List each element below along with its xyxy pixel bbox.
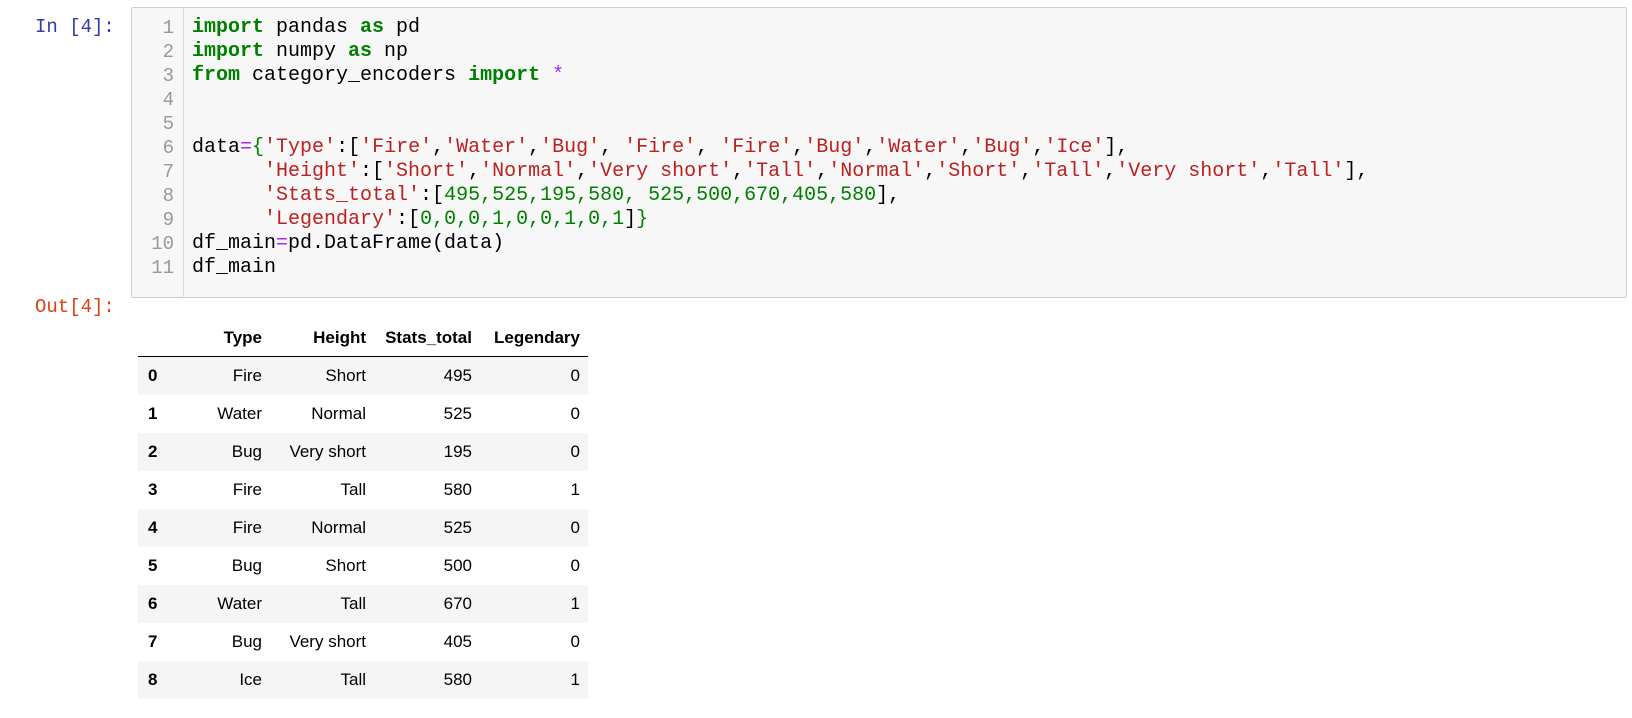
column-header-legendary: Legendary xyxy=(480,320,588,357)
row-index: 7 xyxy=(148,632,158,651)
code-line-8: 'Stats_total':[495,525,195,580, 525,500,… xyxy=(264,184,901,207)
cell-height: Tall xyxy=(340,594,366,613)
cell-type: Bug xyxy=(231,632,262,651)
row-index: 8 xyxy=(148,670,158,689)
cell-legendary: 0 xyxy=(570,632,580,651)
line-number: 5 xyxy=(162,113,174,135)
line-number: 9 xyxy=(162,209,174,231)
cell-type: Fire xyxy=(232,366,262,385)
cell-type: Bug xyxy=(231,556,262,575)
cell-height: Short xyxy=(325,556,366,575)
code-line-1: import pandas as pd xyxy=(192,16,421,39)
table-row: 4 Fire Normal 525 0 xyxy=(138,509,588,547)
line-number-gutter: 1 2 3 4 5 6 7 8 9 10 11 xyxy=(132,8,184,297)
row-index: 3 xyxy=(148,480,158,499)
line-number: 7 xyxy=(162,161,174,183)
line-number: 1 xyxy=(162,17,174,39)
cell-legendary: 1 xyxy=(570,480,580,499)
cell-height: Very short xyxy=(289,632,366,651)
cell-type: Bug xyxy=(231,442,262,461)
cell-legendary: 0 xyxy=(570,366,580,385)
cell-stats-total: 500 xyxy=(443,556,472,575)
cell-height: Short xyxy=(325,366,366,385)
row-index: 2 xyxy=(148,442,158,461)
cell-stats-total: 495 xyxy=(443,366,472,385)
cell-type: Water xyxy=(217,594,262,613)
row-index: 5 xyxy=(148,556,158,575)
cell-legendary: 0 xyxy=(570,442,580,461)
row-index: 0 xyxy=(148,366,158,385)
code-cell[interactable]: 1 2 3 4 5 6 7 8 9 10 11 import pandas as… xyxy=(131,7,1627,298)
output-prompt: Out[4]: xyxy=(35,296,115,318)
cell-stats-total: 580 xyxy=(443,670,472,689)
code-line-3: from category_encoders import * xyxy=(192,64,565,87)
cell-legendary: 1 xyxy=(570,594,580,613)
code-line-6: data={'Type':['Fire','Water','Bug', 'Fir… xyxy=(192,136,1129,159)
cell-stats-total: 670 xyxy=(443,594,472,613)
row-index: 1 xyxy=(148,404,158,423)
line-number: 3 xyxy=(162,65,174,87)
cell-type: Fire xyxy=(232,480,262,499)
code-line-10: df_main=pd.DataFrame(data) xyxy=(192,232,505,255)
column-header-height: Height xyxy=(270,320,374,357)
line-number: 10 xyxy=(151,233,174,255)
cell-legendary: 1 xyxy=(570,670,580,689)
cell-type: Ice xyxy=(239,670,262,689)
cell-legendary: 0 xyxy=(570,556,580,575)
cell-legendary: 0 xyxy=(570,404,580,423)
column-header-type: Type xyxy=(178,320,270,357)
line-number: 4 xyxy=(162,89,174,111)
line-number: 2 xyxy=(162,41,174,63)
line-number: 6 xyxy=(162,137,174,159)
cell-stats-total: 525 xyxy=(443,518,472,537)
table-row: 7 Bug Very short 405 0 xyxy=(138,623,588,661)
code-line-2: import numpy as np xyxy=(192,40,409,63)
table-row: 3 Fire Tall 580 1 xyxy=(138,471,588,509)
code-line-7: 'Height':['Short','Normal','Very short',… xyxy=(264,160,1369,183)
cell-type: Water xyxy=(217,404,262,423)
line-number: 11 xyxy=(151,257,174,279)
cell-stats-total: 405 xyxy=(443,632,472,651)
cell-height: Normal xyxy=(311,404,366,423)
table-header-row: Type Height Stats_total Legendary xyxy=(138,320,588,357)
code-line-9: 'Legendary':[0,0,0,1,0,0,1,0,1]} xyxy=(264,208,649,231)
table-row: 1 Water Normal 525 0 xyxy=(138,395,588,433)
code-line-11: df_main xyxy=(192,256,277,279)
cell-height: Tall xyxy=(340,670,366,689)
cell-legendary: 0 xyxy=(570,518,580,537)
input-prompt: In [4]: xyxy=(35,16,115,38)
dataframe-table: Type Height Stats_total Legendary 0 Fire… xyxy=(138,320,588,699)
table-row: 6 Water Tall 670 1 xyxy=(138,585,588,623)
column-header-stats-total: Stats_total xyxy=(374,320,480,357)
table-row: 8 Ice Tall 580 1 xyxy=(138,661,588,699)
line-number: 8 xyxy=(162,185,174,207)
cell-height: Very short xyxy=(289,442,366,461)
index-header xyxy=(138,320,178,357)
row-index: 4 xyxy=(148,518,158,537)
row-index: 6 xyxy=(148,594,158,613)
cell-stats-total: 580 xyxy=(443,480,472,499)
table-row: 2 Bug Very short 195 0 xyxy=(138,433,588,471)
table-row: 5 Bug Short 500 0 xyxy=(138,547,588,585)
cell-type: Fire xyxy=(232,518,262,537)
table-row: 0 Fire Short 495 0 xyxy=(138,356,588,395)
cell-height: Tall xyxy=(340,480,366,499)
cell-height: Normal xyxy=(311,518,366,537)
cell-stats-total: 195 xyxy=(443,442,472,461)
cell-stats-total: 525 xyxy=(443,404,472,423)
